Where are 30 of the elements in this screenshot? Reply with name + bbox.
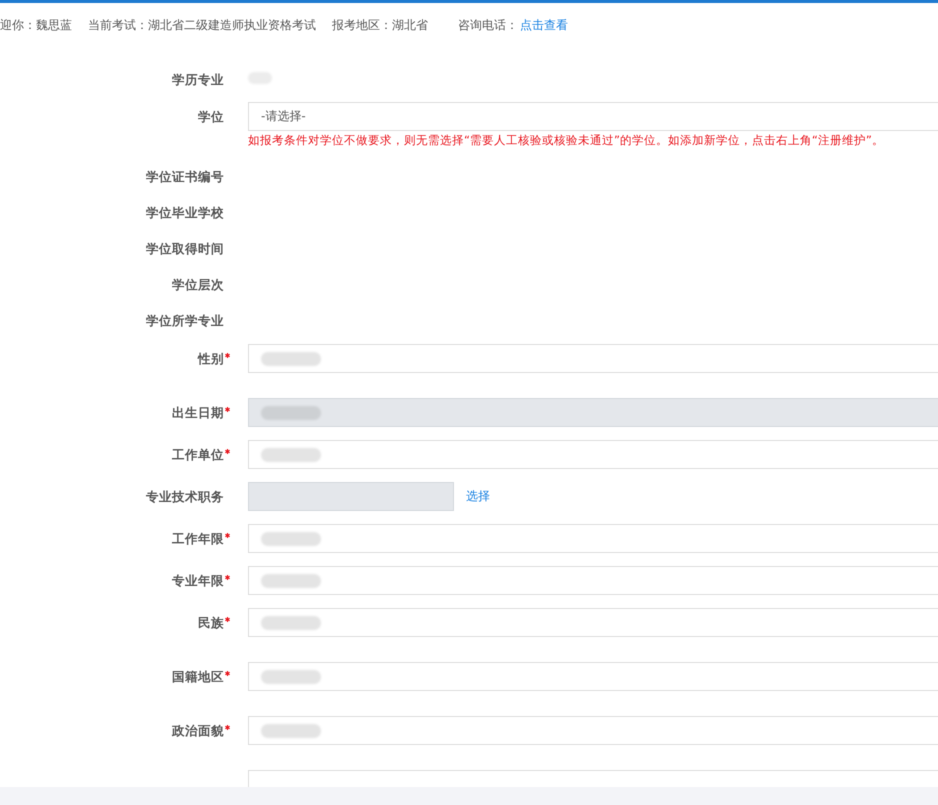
input-field[interactable]	[248, 566, 938, 595]
input-field[interactable]	[248, 440, 938, 469]
view-link[interactable]: 点击查看	[520, 17, 568, 34]
field-label: 工作年限	[172, 530, 224, 548]
header-info: 当前考试：湖北省二级建造师执业资格考试	[88, 17, 316, 34]
field-label: 学位取得时间	[146, 240, 224, 258]
input-field[interactable]	[248, 716, 938, 745]
field-label: 国籍地区	[172, 668, 224, 686]
field-label: 专业技术职务	[146, 488, 224, 506]
field-label: 专业年限	[172, 572, 224, 590]
header-info: 咨询电话：	[458, 17, 518, 34]
field-label: 学历专业	[172, 71, 224, 89]
field-label: 学位证书编号	[146, 168, 224, 186]
field-label: 学位层次	[172, 276, 224, 294]
input-field[interactable]	[248, 662, 938, 691]
header-info: 迎你：魏思蓝	[0, 17, 72, 34]
field-label: 工作单位	[172, 446, 224, 464]
field-label: 学位	[198, 108, 224, 126]
field-label: 民族	[198, 614, 224, 632]
input-field[interactable]	[248, 608, 938, 637]
field-label: 政治面貌	[172, 722, 224, 740]
field-label: 性别	[198, 350, 224, 368]
field-label: 学位所学专业	[146, 312, 224, 330]
input-field[interactable]	[248, 524, 938, 553]
header-info: 报考地区：湖北省	[332, 17, 428, 34]
field-label: 出生日期	[172, 404, 224, 422]
input-field[interactable]	[248, 344, 938, 373]
degree-select[interactable]: -请选择-	[248, 102, 938, 131]
hint-text: 如报考条件对学位不做要求，则无需选择“需要人工核验或核验未通过”的学位。如添加新学位，点击右上角“注册维护”。	[248, 133, 885, 148]
field-label: 学位毕业学校	[146, 204, 224, 222]
